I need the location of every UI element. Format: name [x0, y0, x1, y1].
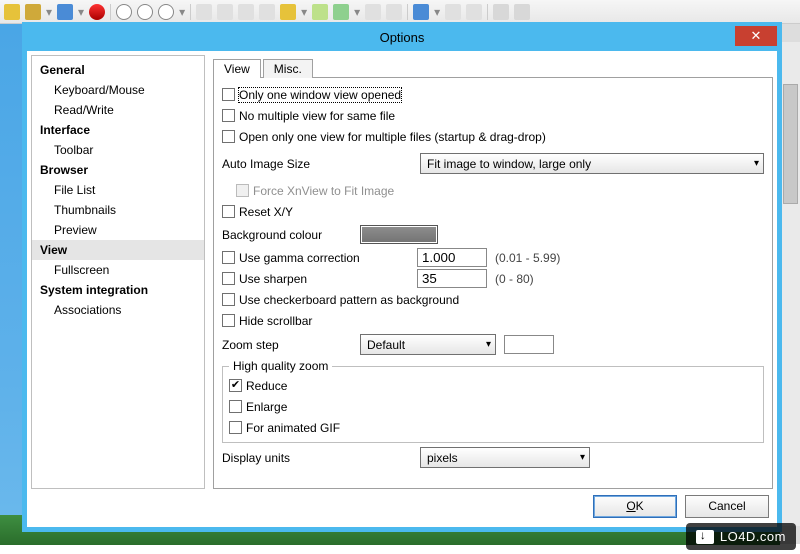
- combo-display-units[interactable]: pixels ▾: [420, 447, 590, 468]
- scrollbar-thumb[interactable]: [783, 84, 798, 204]
- ok-button[interactable]: OK: [593, 495, 677, 518]
- chk-one-window[interactable]: [222, 88, 235, 101]
- input-sharpen[interactable]: [417, 269, 487, 288]
- lbl-no-multiple[interactable]: No multiple view for same file: [239, 109, 395, 123]
- input-zoom-custom[interactable]: [504, 335, 554, 354]
- tab-view[interactable]: View: [213, 59, 261, 78]
- sidebar-cat-sysintegration[interactable]: System integration: [32, 280, 204, 300]
- combo-auto-image-size[interactable]: Fit image to window, large only ▾: [420, 153, 764, 174]
- lbl-sharpen[interactable]: Use sharpen: [239, 272, 417, 286]
- dialog-footer: OK Cancel: [31, 489, 773, 523]
- chk-gamma[interactable]: [222, 251, 235, 264]
- hint-sharpen: (0 - 80): [495, 272, 534, 286]
- chk-reset-xy[interactable]: [222, 205, 235, 218]
- options-content: View Misc. Only one window view opened N…: [213, 55, 773, 489]
- legend-hq-zoom: High quality zoom: [229, 359, 332, 373]
- sidebar-cat-browser[interactable]: Browser: [32, 160, 204, 180]
- input-gamma[interactable]: [417, 248, 487, 267]
- view-panel: Only one window view opened No multiple …: [213, 77, 773, 489]
- sidebar-cat-interface[interactable]: Interface: [32, 120, 204, 140]
- lbl-hq-reduce[interactable]: Reduce: [246, 379, 287, 393]
- chk-hide-scrollbar[interactable]: [222, 314, 235, 327]
- options-dialog: Options ✕ General Keyboard/Mouse Read/Wr…: [22, 22, 782, 532]
- close-button[interactable]: ✕: [735, 26, 777, 46]
- cancel-button[interactable]: Cancel: [685, 495, 769, 518]
- lbl-auto-image-size: Auto Image Size: [222, 157, 412, 171]
- tab-misc[interactable]: Misc.: [263, 59, 313, 78]
- dialog-title: Options: [380, 30, 425, 45]
- bg-colour-picker[interactable]: [360, 225, 438, 244]
- sidebar-item-toolbar[interactable]: Toolbar: [32, 140, 204, 160]
- close-icon: ✕: [751, 28, 762, 44]
- lbl-display-units: Display units: [222, 451, 412, 465]
- chk-force-fit: [236, 184, 249, 197]
- lbl-bg-colour: Background colour: [222, 228, 352, 242]
- lbl-zoom-step: Zoom step: [222, 338, 352, 352]
- lbl-open-one[interactable]: Open only one view for multiple files (s…: [239, 130, 546, 144]
- sidebar-item-filelist[interactable]: File List: [32, 180, 204, 200]
- titlebar[interactable]: Options ✕: [23, 23, 781, 51]
- chk-hq-gif[interactable]: [229, 421, 242, 434]
- chevron-down-icon: ▾: [486, 339, 491, 350]
- chk-sharpen[interactable]: [222, 272, 235, 285]
- background-toolbar: ▾ ▾ ▾ ▾ ▾ ▾: [0, 0, 800, 24]
- sidebar-item-associations[interactable]: Associations: [32, 300, 204, 320]
- chk-open-one[interactable]: [222, 130, 235, 143]
- lbl-checker[interactable]: Use checkerboard pattern as background: [239, 293, 459, 307]
- hint-gamma: (0.01 - 5.99): [495, 251, 560, 265]
- watermark-badge: LO4D.com: [686, 523, 796, 550]
- chevron-down-icon: ▾: [754, 158, 759, 169]
- combo-zoom-step[interactable]: Default ▾: [360, 334, 496, 355]
- chevron-down-icon: ▾: [580, 452, 585, 463]
- chk-hq-enlarge[interactable]: [229, 400, 242, 413]
- lbl-one-window[interactable]: Only one window view opened: [239, 88, 401, 102]
- group-hq-zoom: High quality zoom Reduce Enlarge For ani…: [222, 359, 764, 443]
- sidebar-cat-view[interactable]: View: [32, 240, 204, 260]
- lbl-reset-xy[interactable]: Reset X/Y: [239, 205, 293, 219]
- sidebar-item-preview[interactable]: Preview: [32, 220, 204, 240]
- lbl-gamma[interactable]: Use gamma correction: [239, 251, 417, 265]
- lbl-hq-gif[interactable]: For animated GIF: [246, 421, 340, 435]
- sidebar-item-fullscreen[interactable]: Fullscreen: [32, 260, 204, 280]
- sidebar-item-keyboard-mouse[interactable]: Keyboard/Mouse: [32, 80, 204, 100]
- download-icon: [696, 530, 714, 544]
- sidebar-item-read-write[interactable]: Read/Write: [32, 100, 204, 120]
- lbl-hq-enlarge[interactable]: Enlarge: [246, 400, 287, 414]
- background-scrollbar[interactable]: [780, 24, 800, 544]
- tabs: View Misc.: [213, 55, 773, 77]
- category-sidebar: General Keyboard/Mouse Read/Write Interf…: [31, 55, 205, 489]
- lbl-hide-scrollbar[interactable]: Hide scrollbar: [239, 314, 312, 328]
- chk-checker[interactable]: [222, 293, 235, 306]
- sidebar-item-thumbnails[interactable]: Thumbnails: [32, 200, 204, 220]
- chk-no-multiple[interactable]: [222, 109, 235, 122]
- lbl-force-fit: Force XnView to Fit Image: [253, 184, 394, 198]
- sidebar-cat-general[interactable]: General: [32, 60, 204, 80]
- chk-hq-reduce[interactable]: [229, 379, 242, 392]
